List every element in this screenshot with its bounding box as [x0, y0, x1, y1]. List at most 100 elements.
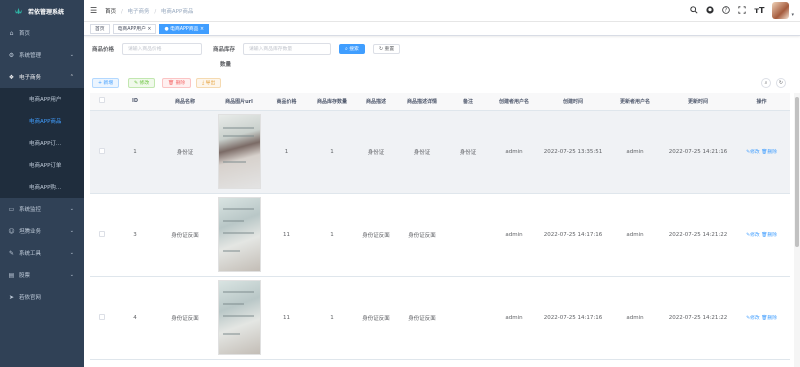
github-icon[interactable] [706, 5, 714, 16]
sidebar-item-label: 电商APP订单 [29, 163, 62, 169]
cell-creator: admin [489, 193, 539, 277]
cell-stock: 1 [309, 110, 355, 194]
close-icon[interactable]: × [147, 27, 151, 32]
sidebar-item-business[interactable]: ☺ 坦腾业务 ⌄ [0, 220, 84, 242]
sidebar-item-app-cart[interactable]: 电商APP购... [0, 176, 84, 198]
row-checkbox[interactable] [90, 110, 114, 194]
select-all-checkbox[interactable] [90, 93, 114, 111]
search-button[interactable]: ⌕ 搜索 [339, 44, 365, 54]
row-delete-link[interactable]: 🗑删除 [761, 233, 777, 238]
tab-label: 电商APP商品 [170, 26, 199, 32]
sidebar-item-app-order-item[interactable]: 电商APP订... [0, 132, 84, 154]
sidebar-item-ecommerce[interactable]: ❖ 电子商务 ⌃ [0, 66, 84, 88]
edit-button[interactable]: ✎ 修改 [128, 78, 156, 88]
sidebar-item-label: 系统工具 [19, 251, 42, 257]
refresh-icon[interactable]: ↻ [776, 78, 786, 88]
price-input[interactable]: 请输入商品价格 [122, 43, 202, 55]
cell-updater: admin [607, 276, 663, 360]
stock-input[interactable]: 请输入商品库存数量 [243, 43, 331, 55]
column-header: ID [114, 93, 156, 111]
hamburger-icon[interactable]: ☰ [90, 6, 97, 15]
sidebar-item-stock[interactable]: ▤ 股票 ⌄ [0, 264, 84, 286]
sidebar-item-app-product[interactable]: 电商APP商品 [0, 110, 84, 132]
tab-app-product[interactable]: ● 电商APP商品 × [159, 23, 209, 34]
column-header: 创建者用户名 [489, 93, 539, 111]
cell-remark [447, 193, 489, 277]
cell-price: 1 [264, 110, 309, 194]
cell-image[interactable] [214, 193, 264, 277]
sidebar-item-label: 系统监控 [19, 207, 42, 213]
row-edit-link[interactable]: ✎修改 [746, 233, 760, 238]
cell-name: 身份证反面 [156, 193, 214, 277]
help-icon[interactable]: ? [722, 5, 731, 16]
cell-image[interactable] [214, 276, 264, 360]
reset-button[interactable]: ↻ 重置 [373, 44, 401, 54]
row-edit-link[interactable]: ✎修改 [746, 316, 760, 321]
cell-updater: admin [607, 110, 663, 194]
product-image[interactable] [217, 280, 261, 355]
cell-actions: ✎修改 🗑删除 [733, 276, 790, 360]
page-scrollbar[interactable] [794, 93, 800, 367]
breadcrumb-current: 电商APP商品 [160, 8, 194, 15]
sidebar-item-app-order[interactable]: 电商APP订单 [0, 154, 84, 176]
sidebar-item-home[interactable]: ⌂ 首页 [0, 22, 84, 44]
cell-stock: 1 [309, 276, 355, 360]
scrollbar-thumb[interactable] [795, 97, 799, 247]
product-image[interactable] [217, 114, 261, 189]
tab-home[interactable]: 首页 [90, 23, 110, 34]
chevron-up-icon: ⌃ [69, 74, 74, 80]
stock-label-2: 数量 [220, 62, 232, 68]
delete-button[interactable]: 🗑 删除 [162, 78, 192, 88]
sidebar-item-system[interactable]: ⚙ 系统管理 ⌄ [0, 44, 84, 66]
cell-id: 1 [114, 110, 156, 194]
close-icon[interactable]: × [200, 27, 204, 32]
product-image[interactable] [217, 197, 261, 272]
row-edit-link[interactable]: ✎修改 [746, 150, 760, 155]
cell-created: 2022-07-25 13:35:51 [539, 110, 607, 194]
column-header: 商品图片url [214, 93, 264, 111]
cell-created: 2022-07-25 14:17:16 [539, 276, 607, 360]
cell-actions: ✎修改 🗑删除 [733, 193, 790, 277]
sidebar-item-label: 系统管理 [19, 53, 42, 59]
export-button[interactable]: ⤓ 导出 [196, 78, 222, 88]
cell-remark: 身份证 [447, 110, 489, 194]
breadcrumb-home[interactable]: 首页 [105, 9, 116, 15]
add-button[interactable]: + 新增 [92, 78, 120, 88]
cell-image[interactable] [214, 110, 264, 194]
table-row[interactable]: 3 身份证反面 11 1 身份证反面 身份证反面 admin 2022-07-2… [90, 193, 790, 277]
shop-icon: ❖ [8, 73, 15, 81]
tab-app-user[interactable]: 电商APP用户 × [112, 23, 157, 34]
search-icon[interactable] [690, 5, 698, 16]
row-checkbox[interactable] [90, 193, 114, 277]
font-size-icon[interactable]: тT [754, 6, 764, 15]
main-area: ☰ 首页 / 电子商务 / 电商APP商品 ? тT ▾ 首页 电商APP用户 … [84, 0, 800, 367]
navbar: ☰ 首页 / 电子商务 / 电商APP商品 ? тT ▾ [84, 0, 800, 22]
sidebar-item-app-user[interactable]: 电商APP用户 [0, 88, 84, 110]
cell-price: 11 [264, 276, 309, 360]
cell-updated: 2022-07-25 14:21:22 [663, 193, 733, 277]
breadcrumb-ecommerce: 电子商务 [127, 8, 150, 15]
cell-name: 身份证反面 [156, 276, 214, 360]
breadcrumb-separator: / [120, 8, 123, 15]
tags-view: 首页 电商APP用户 × ● 电商APP商品 × [84, 22, 800, 36]
row-checkbox[interactable] [90, 276, 114, 360]
monitor-icon: ▭ [8, 205, 15, 213]
sidebar-item-label: 首页 [19, 31, 31, 37]
cell-creator: admin [489, 276, 539, 360]
column-header: 商品名称 [156, 93, 214, 111]
avatar[interactable] [772, 2, 790, 19]
chevron-down-icon[interactable]: ▾ [791, 12, 794, 18]
table-row[interactable]: 1 身份证 1 1 身份证 身份证 身份证 admin 2022-07-25 1… [90, 110, 790, 194]
search-toggle-icon[interactable]: ⌕ [761, 78, 771, 88]
row-delete-link[interactable]: 🗑删除 [761, 316, 777, 321]
sidebar-item-label: 坦腾业务 [19, 229, 42, 235]
sidebar-item-tools[interactable]: ✎ 系统工具 ⌄ [0, 242, 84, 264]
logo-icon [14, 7, 23, 15]
row-delete-link[interactable]: 🗑删除 [761, 150, 777, 155]
app-logo[interactable]: 若依管理系统 [0, 0, 84, 22]
fullscreen-icon[interactable] [738, 5, 746, 16]
table-row[interactable]: 4 身份证反面 11 1 身份证反面 身份证反面 admin 2022-07-2… [90, 276, 790, 360]
sidebar-item-website[interactable]: ➤ 若依官网 [0, 286, 84, 308]
sidebar-item-monitor[interactable]: ▭ 系统监控 ⌄ [0, 198, 84, 220]
cell-creator: admin [489, 110, 539, 194]
